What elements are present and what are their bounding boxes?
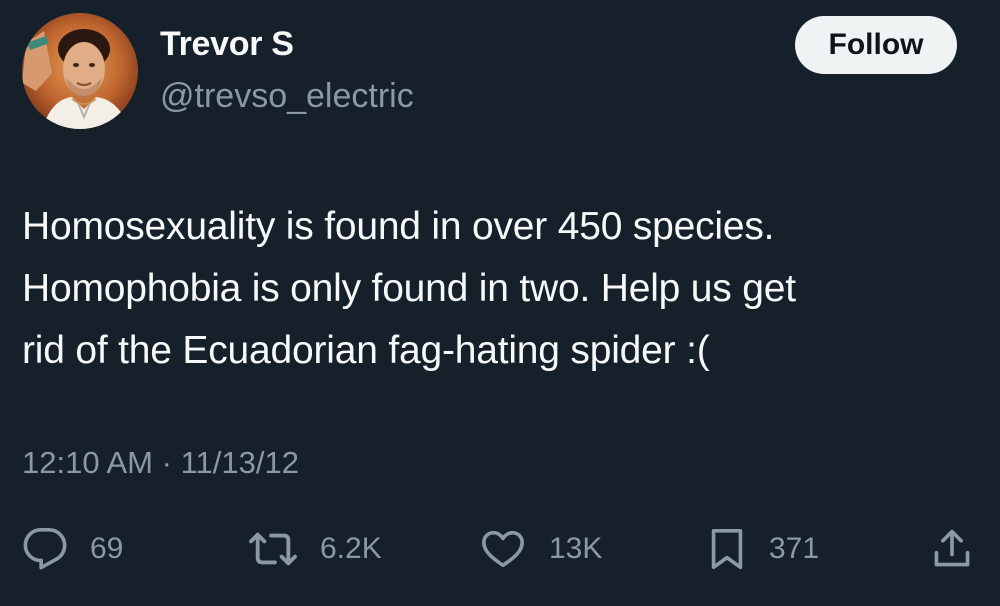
author-name[interactable]: Trevor S [160,24,294,64]
author-handle[interactable]: @trevso_electric [160,76,414,116]
bookmark-count: 371 [769,532,820,565]
user-avatar-photo-icon [22,13,138,129]
retweet-count: 6.2K [320,532,382,565]
tweet-card: Trevor S @trevso_electric Follow Homosex… [0,0,1000,606]
retweet-icon [249,532,297,566]
reply-icon [23,528,67,570]
bookmark-icon [711,528,743,570]
avatar[interactable] [22,13,138,129]
tweet-text-line: Homophobia is only found in two. Help us… [22,267,796,310]
tweet-date[interactable]: 11/13/12 [181,445,299,480]
share-icon [934,529,970,567]
like-button[interactable]: 13K [479,524,602,574]
tweet-text-line: Homosexuality is found in over 450 speci… [22,205,775,248]
like-count: 13K [549,532,603,565]
bookmark-button[interactable]: 371 [707,524,819,574]
share-button[interactable] [930,524,974,574]
heart-icon [482,530,524,568]
tweet-text: Homosexuality is found in over 450 speci… [22,196,977,382]
tweet-text-line: rid of the Ecuadorian fag-hating spider … [22,329,710,372]
meta-separator: · [161,445,172,480]
tweet-time[interactable]: 12:10 AM [22,445,153,480]
tweet-timestamp: 12:10 AM · 11/13/12 [22,443,299,483]
follow-button[interactable]: Follow [795,16,957,74]
retweet-button[interactable]: 6.2K [248,524,382,574]
reply-button[interactable]: 69 [22,524,123,574]
reply-count: 69 [90,532,124,565]
